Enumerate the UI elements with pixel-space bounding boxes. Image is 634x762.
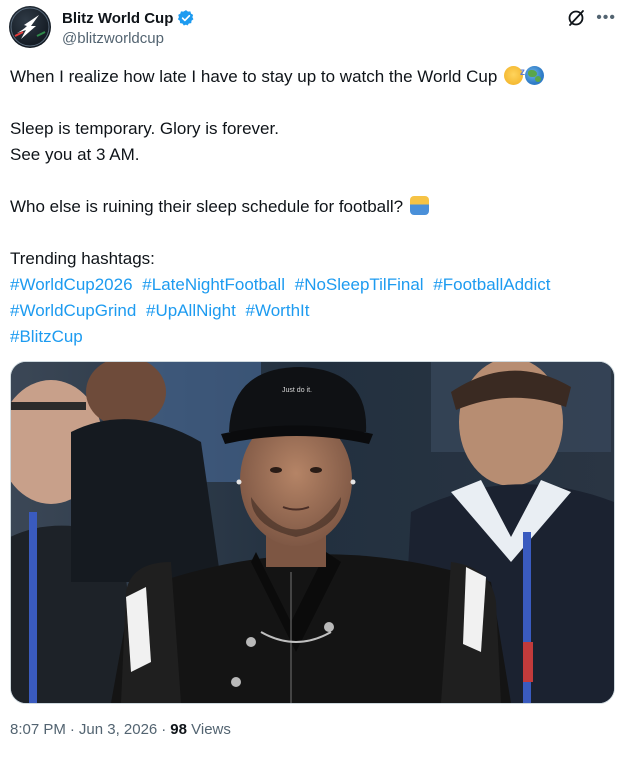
hashtag-link[interactable]: #WorldCupGrind xyxy=(10,301,136,320)
tweet-line-2: Sleep is temporary. Glory is forever. xyxy=(10,119,279,138)
meta-separator: · xyxy=(69,721,75,738)
views-count: 98 xyxy=(170,721,187,738)
cap-logo-text: Just do it. xyxy=(282,387,312,394)
grok-icon[interactable] xyxy=(566,8,586,28)
header-actions: ••• xyxy=(566,8,616,28)
name-row: Blitz World Cup xyxy=(62,8,195,28)
tweet-header: Blitz World Cup @blitzworldcup ••• xyxy=(0,0,634,56)
hashtag-line-2: #WorldCupGrind #UpAllNight #WorthIt xyxy=(10,298,624,324)
hashtag-link[interactable]: #WorthIt xyxy=(246,301,310,320)
hashtag-line-1: #WorldCup2026 #LateNightFootball #NoSlee… xyxy=(10,272,624,298)
hashtag-link[interactable]: #BlitzCup xyxy=(10,327,83,346)
tweet-text: When I realize how late I have to stay u… xyxy=(10,60,624,350)
tweet-line-1-text: When I realize how late I have to stay u… xyxy=(10,67,498,86)
views-label: Views xyxy=(191,721,231,738)
sleeping-face-icon xyxy=(504,60,525,86)
trending-label: Trending hashtags: xyxy=(10,249,155,268)
author-display-name[interactable]: Blitz World Cup xyxy=(62,10,173,27)
hashtag-link[interactable]: #WorldCup2026 xyxy=(10,275,133,294)
tweet-date[interactable]: Jun 3, 2026 xyxy=(79,721,157,738)
person-raising-hand-icon xyxy=(409,196,429,215)
tweet-media-photo[interactable]: Just do it. xyxy=(10,361,615,704)
tweet-meta: 8:07 PM · Jun 3, 2026 · 98 Views xyxy=(10,721,231,738)
hashtag-link[interactable]: #UpAllNight xyxy=(146,301,236,320)
tweet-line-4-text: Who else is ruining their sleep schedule… xyxy=(10,197,404,216)
tweet-line-3: See you at 3 AM. xyxy=(10,145,140,164)
author-handle[interactable]: @blitzworldcup xyxy=(62,30,164,47)
author-avatar[interactable] xyxy=(9,6,51,48)
hashtag-link[interactable]: #FootballAddict xyxy=(433,275,550,294)
tweet-time[interactable]: 8:07 PM xyxy=(10,721,66,738)
globe-icon xyxy=(525,66,545,85)
tweet-line-4: Who else is ruining their sleep schedule… xyxy=(10,194,624,220)
tweet-line-1: When I realize how late I have to stay u… xyxy=(10,60,624,90)
meta-separator: · xyxy=(161,721,167,738)
hashtag-line-3: #BlitzCup xyxy=(10,324,624,350)
verified-badge-icon[interactable] xyxy=(177,9,195,27)
more-options-icon[interactable]: ••• xyxy=(596,8,616,28)
stadium-crowd-photo: Just do it. xyxy=(11,362,614,703)
hashtag-link[interactable]: #NoSleepTilFinal xyxy=(295,275,424,294)
hashtag-link[interactable]: #LateNightFootball xyxy=(142,275,285,294)
lightning-logo-icon xyxy=(10,7,50,47)
